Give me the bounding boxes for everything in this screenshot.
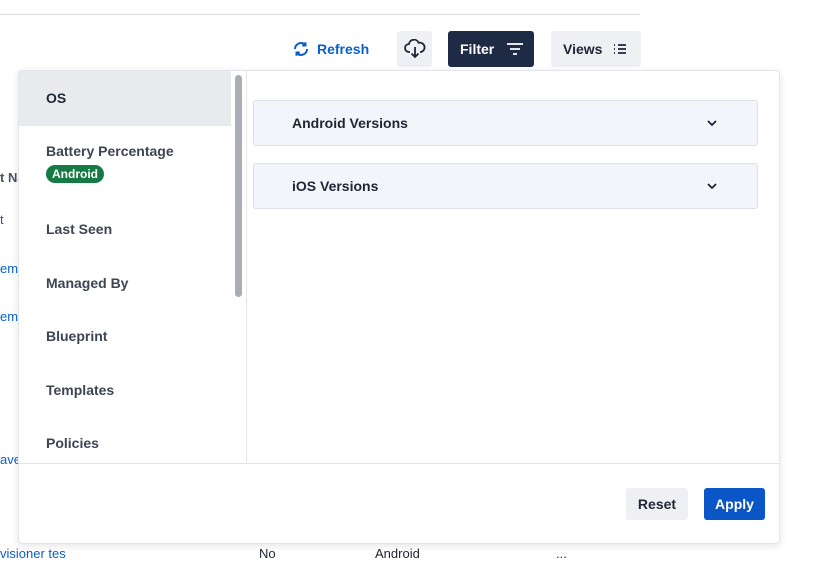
views-button[interactable]: Views [551, 31, 641, 67]
accordion-label: iOS Versions [292, 178, 379, 194]
category-policies[interactable]: Policies [19, 435, 231, 451]
cloud-download-icon [403, 39, 425, 59]
category-last-seen[interactable]: Last Seen [19, 221, 231, 237]
views-label: Views [563, 41, 603, 57]
filter-lines-icon [507, 43, 524, 55]
chevron-down-icon [707, 120, 717, 127]
refresh-button[interactable]: Refresh [288, 31, 378, 67]
ios-versions-accordion[interactable]: iOS Versions [253, 163, 758, 209]
refresh-icon [294, 42, 308, 56]
filter-panel: OS Battery Percentage Android Last Seen … [18, 70, 780, 544]
category-label: Battery Percentage [46, 143, 174, 159]
android-versions-accordion[interactable]: Android Versions [253, 100, 758, 146]
reset-button[interactable]: Reset [626, 488, 688, 520]
category-battery-percentage[interactable]: Battery Percentage [19, 143, 231, 159]
table-cell-fragment: Android [375, 546, 420, 561]
panel-footer-divider [19, 463, 779, 464]
filter-category-list: OS Battery Percentage Android Last Seen … [19, 71, 247, 463]
category-managed-by[interactable]: Managed By [19, 275, 231, 291]
category-os[interactable]: OS [19, 71, 231, 126]
filter-label: Filter [460, 41, 495, 57]
list-icon [614, 44, 627, 54]
table-link-fragment[interactable]: t [0, 212, 4, 227]
table-cell-fragment: No [259, 546, 276, 561]
header-divider [0, 14, 640, 15]
category-blueprint[interactable]: Blueprint [19, 328, 231, 344]
table-cell-fragment[interactable]: visioner tes [0, 546, 66, 561]
filter-button[interactable]: Filter [448, 31, 534, 67]
android-badge: Android [46, 165, 104, 183]
refresh-label: Refresh [317, 41, 370, 57]
category-templates[interactable]: Templates [19, 382, 231, 398]
chevron-down-icon [707, 183, 717, 190]
apply-button[interactable]: Apply [704, 488, 765, 520]
row-actions-fragment[interactable]: ... [556, 546, 567, 561]
table-link-fragment[interactable]: em [0, 309, 18, 324]
panel-divider [246, 71, 247, 463]
category-scrollbar[interactable] [235, 75, 242, 297]
accordion-label: Android Versions [292, 115, 408, 131]
download-button[interactable] [397, 31, 432, 67]
table-link-fragment[interactable]: em [0, 261, 18, 276]
